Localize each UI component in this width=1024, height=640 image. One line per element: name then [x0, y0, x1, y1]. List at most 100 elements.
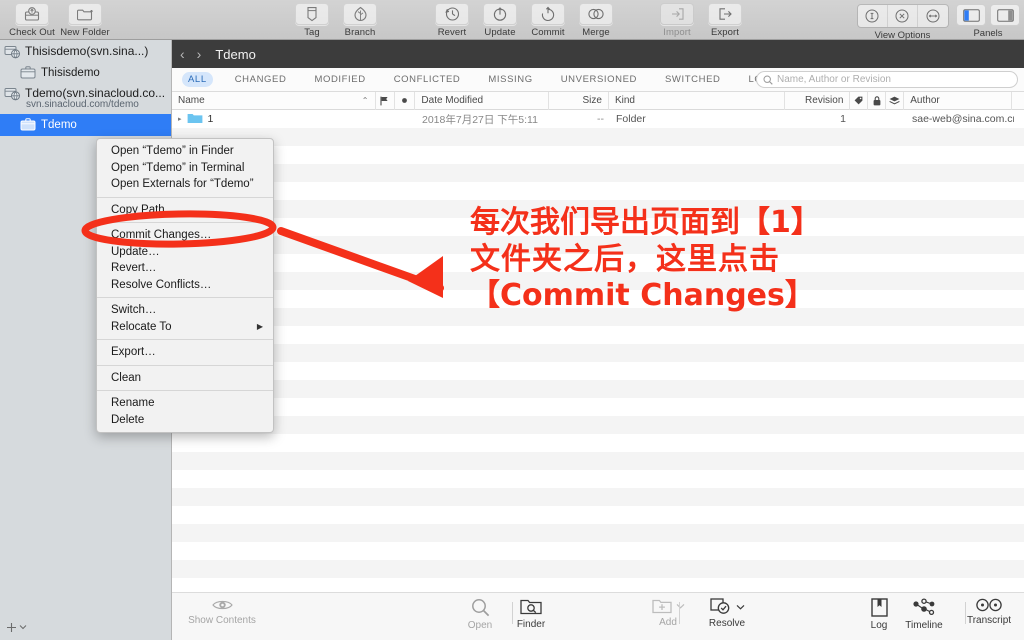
table-row-empty[interactable]: [172, 542, 1024, 560]
add-folder-icon: [651, 599, 672, 614]
menu-item-delete[interactable]: Delete: [97, 412, 273, 429]
menu-item-relocate-to[interactable]: Relocate To ▶: [97, 319, 273, 336]
menu-item-open-externals[interactable]: Open Externals for “Tdemo”: [97, 176, 273, 193]
sidebar-item-repository-thisisdemo[interactable]: Thisisdemo(svn.sina...): [0, 40, 171, 62]
log-icon: [870, 598, 888, 617]
path-bar: ‹ › Tdemo: [172, 40, 1024, 68]
resolve-icon: [709, 598, 729, 614]
table-row-empty[interactable]: [172, 488, 1024, 506]
cell-kind: Folder: [616, 113, 646, 125]
check-out-button[interactable]: Check Out: [8, 0, 56, 38]
magnifier-icon: [471, 599, 489, 617]
cell-revision: 1: [840, 113, 846, 125]
table-row-empty[interactable]: [172, 362, 1024, 380]
show-contents-button[interactable]: Show Contents: [187, 598, 257, 626]
transcript-button[interactable]: Transcript: [954, 598, 1024, 626]
table-row-empty[interactable]: [172, 128, 1024, 146]
update-button[interactable]: Update: [476, 0, 524, 38]
right-panel-toggle-icon[interactable]: [990, 4, 1020, 26]
export-button[interactable]: Export: [701, 0, 749, 38]
commit-label: Commit: [531, 27, 565, 38]
close-circle-icon[interactable]: [887, 5, 918, 27]
panels-segmented-control[interactable]: [956, 4, 1020, 26]
table-row-empty[interactable]: [172, 164, 1024, 182]
chevron-down-icon[interactable]: [676, 603, 685, 609]
timeline-button[interactable]: Timeline: [889, 598, 959, 631]
menu-item-copy-path[interactable]: Copy Path: [97, 202, 273, 219]
sidebar-item-label: Thisisdemo: [41, 67, 100, 79]
tag-button[interactable]: Tag: [288, 0, 336, 38]
new-folder-button[interactable]: New Folder: [56, 0, 114, 38]
column-header-stack[interactable]: [886, 91, 905, 110]
menu-item-resolve-conflicts[interactable]: Resolve Conflicts…: [97, 277, 273, 294]
update-icon: [483, 3, 517, 25]
menu-item-export[interactable]: Export…: [97, 344, 273, 361]
table-row-empty[interactable]: [172, 398, 1024, 416]
table-row-empty[interactable]: [172, 560, 1024, 578]
column-header-author[interactable]: Author: [904, 91, 1013, 110]
filter-conflicted[interactable]: CONFLICTED: [388, 72, 467, 87]
table-row-empty[interactable]: [172, 524, 1024, 542]
filter-modified[interactable]: MODIFIED: [308, 72, 371, 87]
back-button[interactable]: ‹: [180, 47, 185, 61]
dot-icon: [402, 98, 408, 103]
column-header-lock[interactable]: [868, 91, 887, 110]
table-row-empty[interactable]: [172, 182, 1024, 200]
flag-icon: [380, 96, 389, 105]
add-repository-button[interactable]: [6, 622, 27, 633]
table-row[interactable]: ▸ 1 2018年7月27日 下午5:11 -- Folder 1 sae-we…: [172, 110, 1024, 128]
menu-item-open-in-finder[interactable]: Open “Tdemo” in Finder: [97, 143, 273, 160]
column-header-dot[interactable]: [395, 91, 416, 110]
filter-switched[interactable]: SWITCHED: [659, 72, 726, 87]
menu-item-update[interactable]: Update…: [97, 244, 273, 261]
branch-button[interactable]: Branch: [336, 0, 384, 38]
table-row-empty[interactable]: [172, 470, 1024, 488]
column-header-kind[interactable]: Kind: [609, 91, 785, 110]
left-panel-toggle-icon[interactable]: [956, 4, 986, 26]
menu-item-commit-changes[interactable]: Commit Changes…: [97, 227, 273, 244]
import-button[interactable]: Import: [653, 0, 701, 38]
info-view-icon[interactable]: [857, 5, 888, 27]
menu-item-open-in-terminal[interactable]: Open “Tdemo” in Terminal: [97, 160, 273, 177]
menu-item-clean[interactable]: Clean: [97, 370, 273, 387]
table-row-empty[interactable]: [172, 452, 1024, 470]
commit-icon: [531, 3, 565, 25]
table-row-empty[interactable]: [172, 416, 1024, 434]
forward-button[interactable]: ›: [197, 47, 202, 61]
column-header-tag[interactable]: [850, 91, 869, 110]
table-row-empty[interactable]: [172, 380, 1024, 398]
menu-item-switch[interactable]: Switch…: [97, 302, 273, 319]
column-header-revision[interactable]: Revision: [785, 91, 851, 110]
table-row-empty[interactable]: [172, 146, 1024, 164]
filter-missing[interactable]: MISSING: [482, 72, 538, 87]
column-header-name[interactable]: Name ⌃: [172, 91, 376, 110]
revert-label: Revert: [437, 27, 467, 38]
column-header-date-modified[interactable]: Date Modified: [415, 91, 550, 110]
table-row-empty[interactable]: [172, 326, 1024, 344]
menu-item-rename[interactable]: Rename: [97, 395, 273, 412]
merge-button[interactable]: Merge: [572, 0, 620, 38]
context-menu[interactable]: Open “Tdemo” in Finder Open “Tdemo” in T…: [96, 138, 274, 433]
filter-unversioned[interactable]: UNVERSIONED: [555, 72, 643, 87]
search-field[interactable]: Name, Author or Revision: [756, 71, 1018, 88]
update-label: Update: [484, 27, 516, 38]
menu-item-revert[interactable]: Revert…: [97, 260, 273, 277]
disclosure-triangle-icon[interactable]: ▸: [178, 115, 182, 123]
finder-button[interactable]: Finder: [496, 598, 566, 630]
chevron-down-icon[interactable]: [736, 604, 745, 610]
filter-all[interactable]: ALL: [182, 72, 213, 87]
check-out-label: Check Out: [9, 27, 55, 38]
table-row-empty[interactable]: [172, 344, 1024, 362]
revert-button[interactable]: Revert: [428, 0, 476, 38]
table-row-empty[interactable]: [172, 506, 1024, 524]
resize-arrows-icon[interactable]: [917, 5, 948, 27]
resolve-button[interactable]: Resolve: [692, 598, 762, 629]
column-header-size[interactable]: Size: [549, 91, 609, 110]
commit-button[interactable]: Commit: [524, 0, 572, 38]
sidebar-item-working-copy-tdemo[interactable]: Tdemo: [0, 114, 171, 136]
filter-changed[interactable]: CHANGED: [229, 72, 293, 87]
view-options-segmented-control[interactable]: [856, 4, 949, 28]
table-row-empty[interactable]: [172, 434, 1024, 452]
sidebar-item-working-copy-thisisdemo[interactable]: Thisisdemo: [0, 62, 171, 84]
column-header-flag[interactable]: [376, 91, 396, 110]
